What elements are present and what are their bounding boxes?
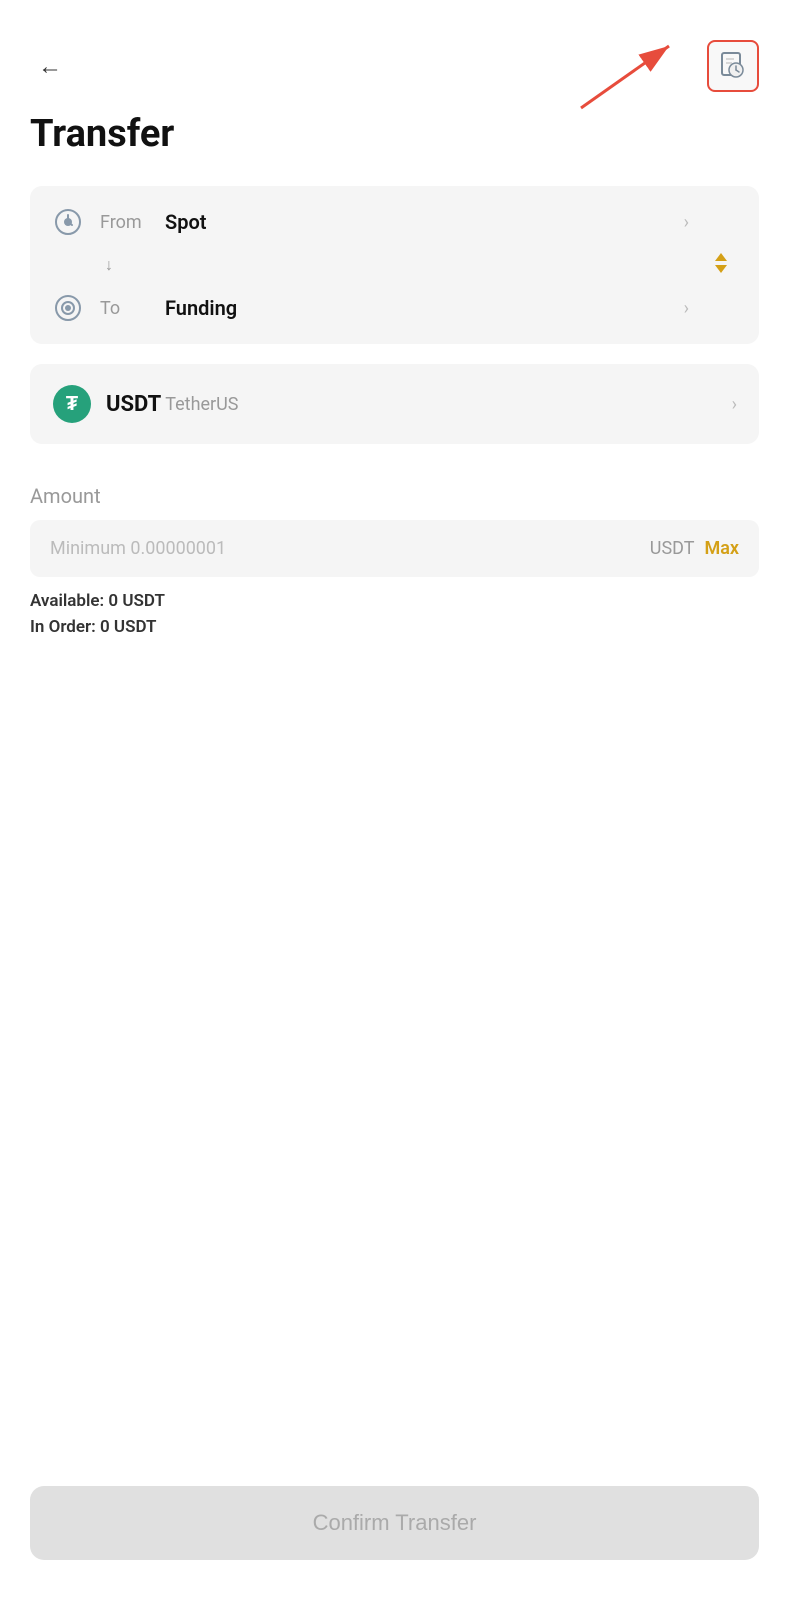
back-button[interactable]: ← [30,46,70,86]
coin-symbol: USDT [106,392,161,417]
transfer-from-to-card: From Spot › ↓ [30,186,759,344]
usdt-icon: ₮ [52,384,92,424]
confirm-transfer-button[interactable]: Confirm Transfer [30,1486,759,1560]
swap-arrows-icon [705,247,737,279]
page-title: Transfer [30,112,759,156]
available-value: 0 USDT [108,591,165,611]
from-icon [50,204,86,240]
spot-clock-icon [54,208,82,236]
swap-button[interactable] [705,247,737,283]
to-chevron-icon: › [684,298,689,319]
tether-logo-icon: ₮ [52,384,92,424]
amount-input-container: Minimum 0.00000001 USDT Max [30,520,759,577]
down-arrow-icon: ↓ [105,255,113,275]
available-balance: Available: 0 USDT [30,591,759,611]
max-button[interactable]: Max [704,538,739,559]
amount-input[interactable]: Minimum 0.00000001 [50,538,650,559]
to-icon [50,290,86,326]
history-button[interactable] [707,40,759,92]
funding-target-icon [54,294,82,322]
confirm-button-container: Confirm Transfer [0,1466,789,1600]
svg-text:₮: ₮ [66,393,78,415]
in-order-label: In Order: [30,617,96,637]
page-container: ← Transfer [0,0,789,1600]
from-value: Spot [165,210,674,234]
coin-selection-card[interactable]: ₮ USDT TetherUS › [30,364,759,444]
amount-currency: USDT [650,538,695,559]
page-title-section: Transfer [0,102,789,186]
in-order-value: 0 USDT [100,617,157,637]
header: ← [0,0,789,102]
balance-info: Available: 0 USDT In Order: 0 USDT [30,591,759,637]
history-icon [720,52,746,80]
transfer-rows: From Spot › ↓ [30,186,759,344]
in-order-balance: In Order: 0 USDT [30,617,759,637]
amount-label: Amount [30,484,759,508]
middle-section: ↓ [30,250,759,280]
from-chevron-icon: › [684,212,689,233]
from-row[interactable]: From Spot › [30,186,759,250]
to-label: To [100,298,155,319]
coin-chevron-icon: › [732,394,737,415]
back-arrow-icon: ← [38,52,62,81]
to-row[interactable]: To Funding › [30,280,759,344]
to-value: Funding [165,296,674,320]
amount-section: Amount Minimum 0.00000001 USDT Max Avail… [0,464,789,653]
from-label: From [100,212,155,233]
available-label: Available: [30,591,104,611]
usdt-row[interactable]: ₮ USDT TetherUS › [30,364,759,444]
coin-name: TetherUS [165,394,238,415]
